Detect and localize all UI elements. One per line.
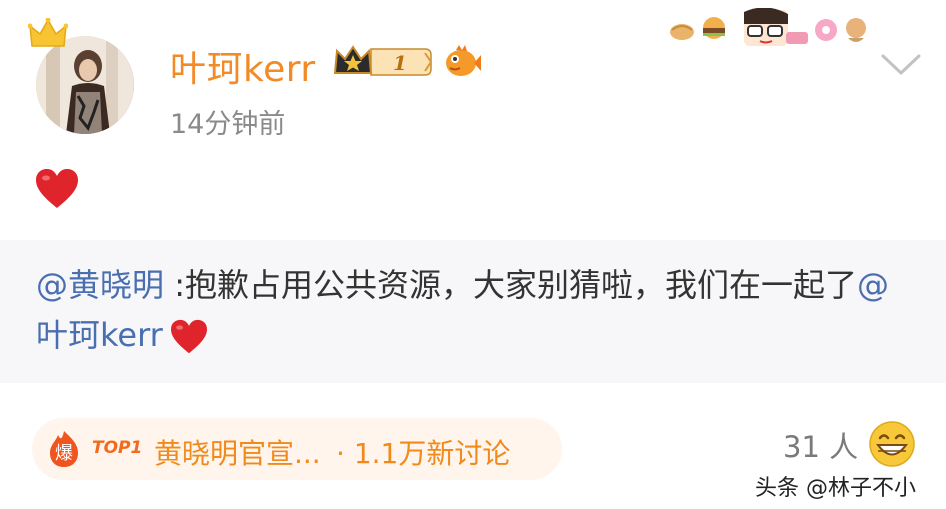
quoted-post-text: @黄晓明 :抱歉占用公共资源，大家别猜啦，我们在一起了@叶珂kerr xyxy=(36,260,916,360)
svg-text:爆: 爆 xyxy=(55,443,73,464)
topic-discussion-count: 1.1万新讨论 xyxy=(353,437,511,470)
watermark: 头条 @林子不小 xyxy=(755,476,916,501)
grin-emoji-icon[interactable] xyxy=(868,420,916,468)
fish-icon xyxy=(446,45,481,76)
chevron-down-icon[interactable] xyxy=(880,52,922,78)
fire-icon: 爆 xyxy=(50,431,78,467)
reaction-count[interactable]: 31 人 xyxy=(783,424,858,466)
svg-text:1: 1 xyxy=(393,51,407,75)
heart-icon xyxy=(36,169,78,208)
quoted-post-body: :抱歉占用公共资源，大家别猜啦，我们在一起了 xyxy=(164,266,857,304)
topic-rank: TOP1 xyxy=(92,438,143,458)
topic-separator: · xyxy=(336,437,345,470)
mention-link[interactable]: @黄晓明 xyxy=(36,266,164,304)
username[interactable]: 叶珂kerr xyxy=(170,40,316,92)
post-timestamp: 14分钟前 xyxy=(170,109,286,140)
crown-icon xyxy=(28,18,68,47)
avatar-frame[interactable] xyxy=(28,18,140,140)
heart-icon xyxy=(170,319,207,354)
topic-stats: · 1.1万新讨论 xyxy=(336,432,510,472)
hot-topic-pill[interactable]: 爆 TOP1 黄晓明官宣... · 1.1万新讨论 xyxy=(32,418,562,480)
weibo-post: 叶珂kerr 1 14分钟前 @黄晓明:抱歉占用公共资源，大家别猜啦，我们在一… xyxy=(0,0,946,509)
topic-title: 黄晓明官宣... xyxy=(154,437,321,470)
vip-badge-icon[interactable]: 1 xyxy=(333,43,433,81)
decoration-sticker xyxy=(670,8,866,46)
